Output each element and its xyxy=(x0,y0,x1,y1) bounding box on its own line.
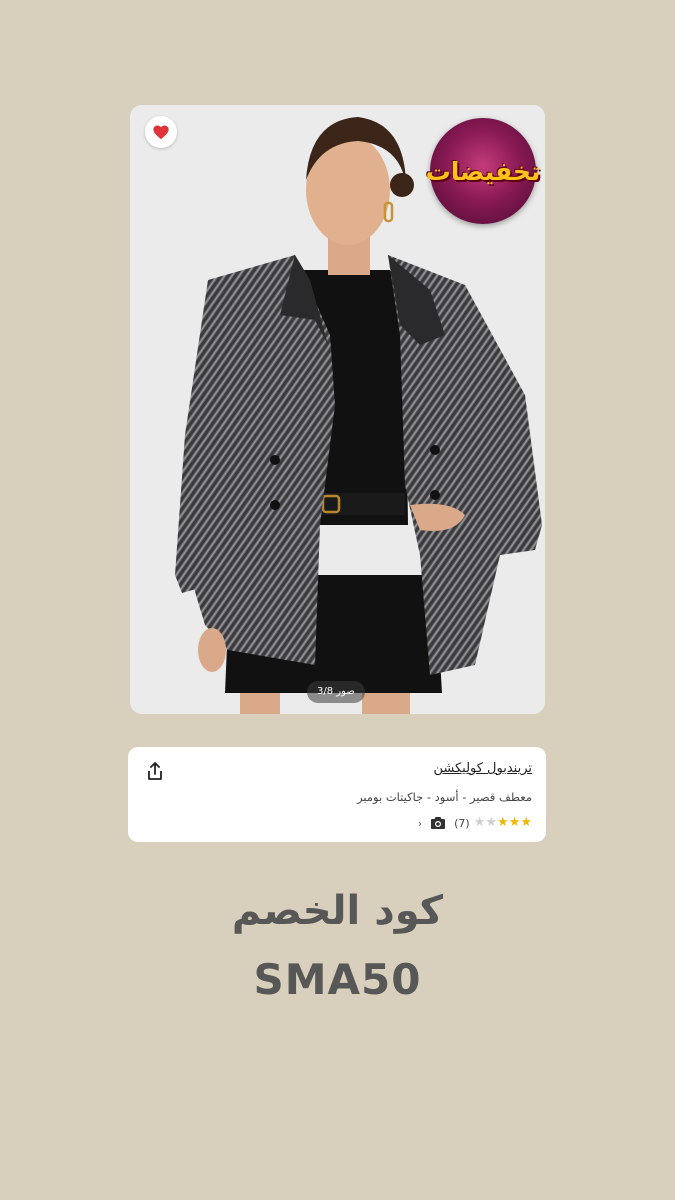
heart-icon xyxy=(153,125,169,140)
discount-code-title: كود الخصم xyxy=(231,888,444,934)
product-image-card[interactable]: تخفيضات صور 3/8 xyxy=(130,105,545,714)
discount-code: SMA50 xyxy=(253,955,422,1004)
star-icon: ★ xyxy=(520,815,532,830)
product-info-card[interactable]: تريندبول كوليكشن معطف قصير - أسود - جاكي… xyxy=(128,747,546,842)
sale-badge-text: تخفيضات xyxy=(425,156,541,186)
product-description: معطف قصير - أسود - جاكيتات بومبر xyxy=(357,790,532,804)
image-counter: صور 3/8 xyxy=(307,681,365,703)
camera-icon xyxy=(431,817,446,829)
favorite-button[interactable] xyxy=(145,116,177,148)
star-icon: ★ xyxy=(497,815,509,830)
review-count: (7) xyxy=(454,816,470,830)
chevron-left-icon[interactable]: ‹ xyxy=(418,817,422,830)
sale-badge: تخفيضات xyxy=(426,118,540,224)
brand-link[interactable]: تريندبول كوليكشن xyxy=(433,761,532,776)
rating-stars: ★ ★ ★ ★ ★ xyxy=(474,815,532,831)
star-icon: ★ xyxy=(508,815,521,830)
star-empty-icon: ★ xyxy=(473,815,486,830)
rating-row[interactable]: ★ ★ ★ ★ ★ (7) ‹ xyxy=(418,815,532,831)
star-empty-icon: ★ xyxy=(485,815,498,830)
share-icon[interactable] xyxy=(146,761,164,781)
